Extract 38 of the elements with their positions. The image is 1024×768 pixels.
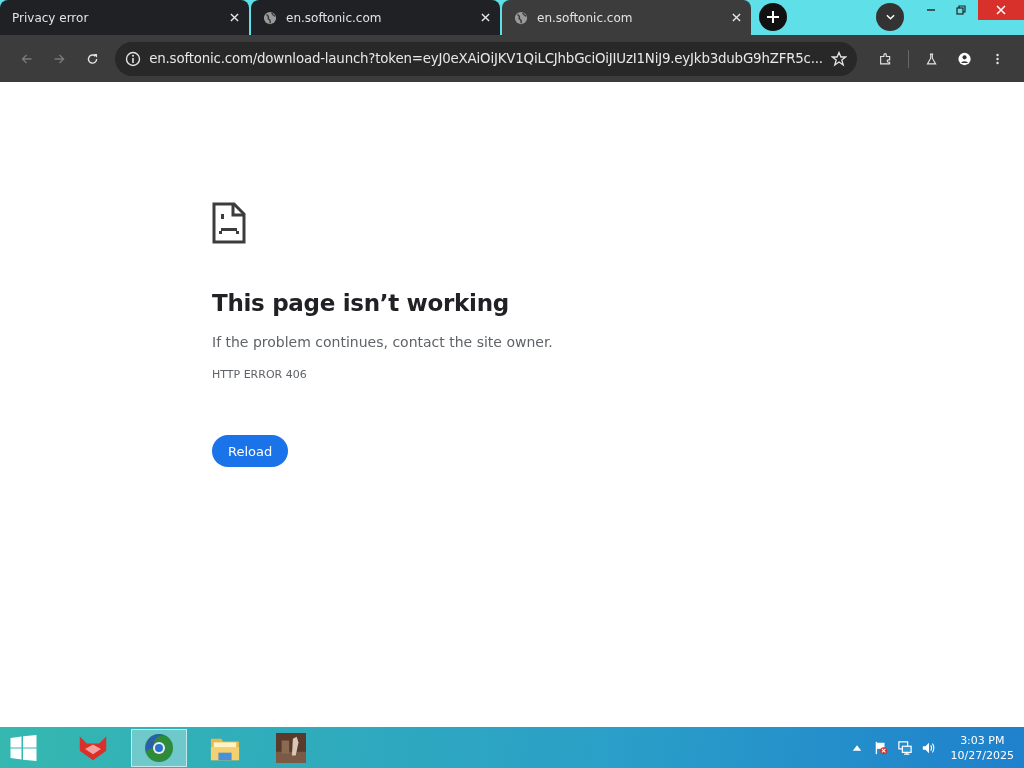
browser-tab[interactable]: Privacy error bbox=[0, 0, 249, 35]
flag-icon[interactable] bbox=[873, 740, 888, 755]
reload-button[interactable]: Reload bbox=[212, 435, 289, 467]
speaker-icon[interactable] bbox=[921, 740, 936, 755]
url-text: en.softonic.com/download-launch?token=eyJ0eXAiOiJKV1QiLCJhbGciOiJIUzI1NiJ9.eyJkb3dubG9hZFR5c... bbox=[149, 51, 823, 66]
tab-search-button[interactable] bbox=[876, 3, 904, 31]
sad-page-icon bbox=[212, 202, 246, 244]
network-icon[interactable] bbox=[897, 740, 912, 755]
address-bar[interactable]: en.softonic.com/download-launch?token=eyJ0eXAiOiJKV1QiLCJhbGciOiJIUzI1NiJ9.eyJkb3dubG9hZFR5c... bbox=[115, 41, 857, 76]
close-icon[interactable] bbox=[230, 13, 239, 22]
tab-title: en.softonic.com bbox=[537, 10, 634, 25]
tab-title: Privacy error bbox=[12, 10, 90, 25]
browser-tab[interactable]: en.softonic.com bbox=[251, 0, 500, 35]
restore-icon[interactable] bbox=[956, 5, 966, 15]
globe-icon bbox=[514, 10, 528, 25]
chevron-down-icon bbox=[885, 14, 895, 20]
close-icon[interactable] bbox=[732, 13, 741, 22]
clock-date: 10/27/2025 bbox=[950, 747, 1014, 763]
clock-time: 3:03 PM bbox=[960, 732, 1005, 748]
close-icon bbox=[996, 5, 1006, 15]
flask-icon[interactable] bbox=[924, 50, 938, 67]
browser-app-button[interactable] bbox=[131, 728, 187, 767]
browser-tab[interactable]: en.softonic.com bbox=[502, 0, 751, 35]
new-tab-button[interactable] bbox=[759, 3, 787, 31]
error-title: This page isn’t working bbox=[212, 290, 509, 316]
profile-icon[interactable] bbox=[957, 50, 971, 67]
puzzle-icon[interactable] bbox=[878, 50, 892, 67]
star-icon[interactable] bbox=[830, 50, 847, 67]
clock[interactable]: 3:03 PM 10/27/2025 bbox=[950, 732, 1014, 763]
plus-icon bbox=[767, 11, 779, 23]
info-icon[interactable] bbox=[125, 50, 142, 67]
error-code: HTTP ERROR 406 bbox=[212, 368, 307, 381]
globe-icon bbox=[263, 10, 277, 25]
windows-start-icon[interactable] bbox=[10, 734, 37, 761]
close-icon[interactable] bbox=[481, 13, 490, 22]
tab-title: en.softonic.com bbox=[286, 10, 383, 25]
error-message: If the problem continues, contact the site owner. bbox=[212, 334, 553, 350]
browser-icon bbox=[144, 732, 174, 763]
